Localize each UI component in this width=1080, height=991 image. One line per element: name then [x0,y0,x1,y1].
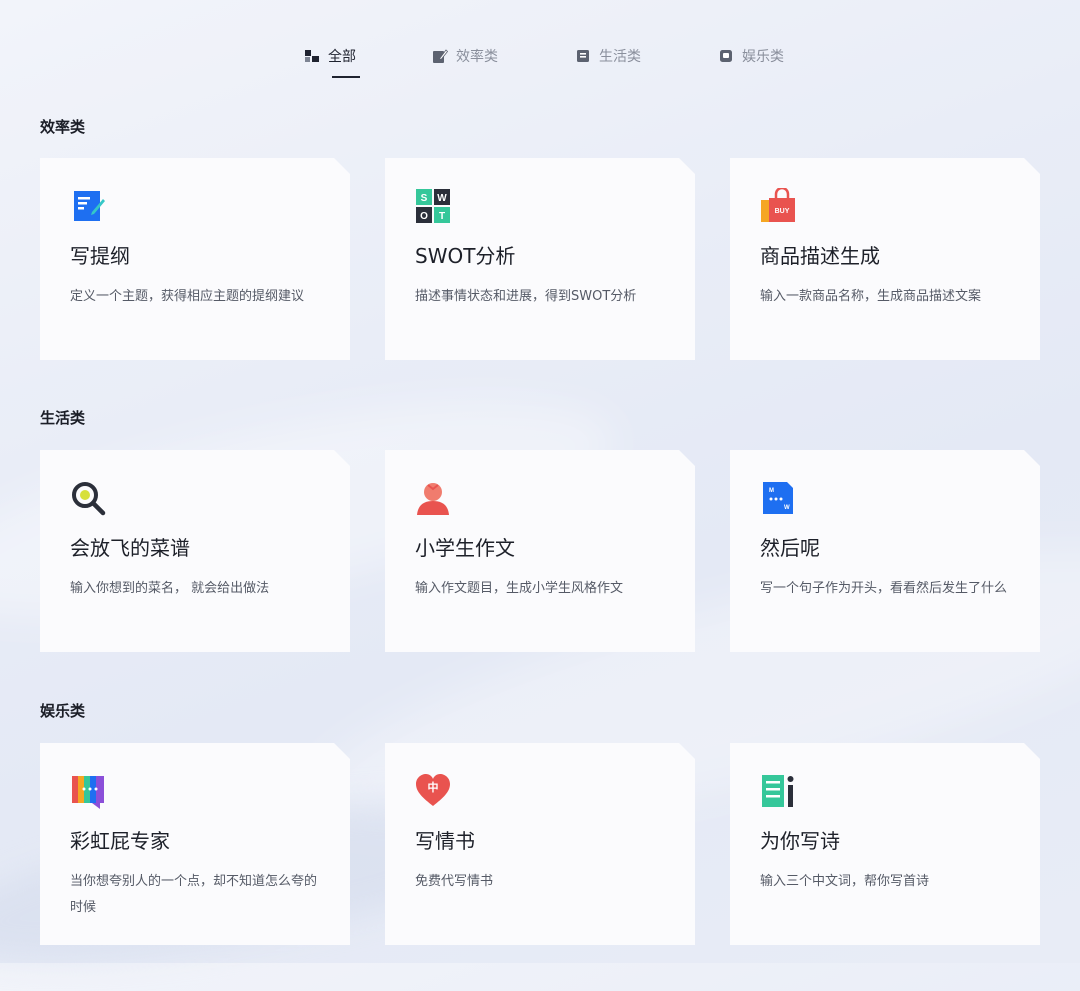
tab-label: 效率类 [456,49,498,65]
grid-icon [305,50,319,62]
bag-text: BUY [775,208,790,215]
card-title: 小学生作文 [415,536,515,560]
tab-life[interactable]: 生活类 [575,46,641,66]
card-title: SWOT分析 [415,244,516,268]
magnifier-icon [70,480,106,516]
swot-letter: S [421,193,428,204]
swot-letter: O [420,211,428,222]
swot-letter: T [439,211,445,222]
swot-letter: W [437,193,447,204]
section-title-entertainment: 娱乐类 [40,702,86,720]
student-icon [415,480,451,516]
card-student-essay[interactable]: 小学生作文 输入作文题目，生成小学生风格作文 [385,450,695,652]
heart-icon: 中 [415,773,451,809]
tab-label: 生活类 [599,49,641,65]
doc-letter: M [769,488,774,494]
card-description: 输入一款商品名称，生成商品描述文案 [760,289,982,304]
card-description: 输入三个中文词，帮你写首诗 [760,874,930,889]
poem-icon [760,773,796,809]
card-recipe[interactable]: 会放飞的菜谱 输入你想到的菜名， 就会给出做法 [40,450,350,652]
card-title: 然后呢 [760,536,820,560]
tab-label: 娱乐类 [742,49,784,65]
rainbow-chat-icon [70,773,106,809]
dialog-doc-icon: M W [760,480,796,516]
card-outline[interactable]: 写提纲 定义一个主题，获得相应主题的提纲建议 [40,158,350,360]
game-icon [720,50,732,62]
swot-grid-icon: S W O T [415,188,451,224]
tab-entertainment[interactable]: 娱乐类 [718,46,784,66]
card-rainbow-compliment[interactable]: 彩虹屁专家 当你想夸别人的一个点，却不知道怎么夸的时候 [40,743,350,945]
tab-efficiency[interactable]: 效率类 [432,46,498,66]
card-title: 写提纲 [70,244,130,268]
book-icon [577,50,589,62]
card-description: 写一个句子作为开头，看看然后发生了什么 [760,581,1008,596]
card-poem[interactable]: 为你写诗 输入三个中文词，帮你写首诗 [730,743,1040,945]
card-title: 彩虹屁专家 [70,829,170,853]
shopping-bag-icon: BUY [760,188,796,224]
card-swot[interactable]: S W O T SWOT分析 描述事情状态和进展，得到SWOT分析 [385,158,695,360]
card-title: 商品描述生成 [760,244,880,268]
card-title: 为你写诗 [760,829,840,853]
heart-text: 中 [428,780,439,794]
card-description: 当你想夸别人的一个点，却不知道怎么夸的时候 [70,874,318,915]
active-tab-indicator [332,76,360,78]
tab-label: 全部 [328,49,356,65]
edit-icon [433,49,448,63]
card-description: 输入作文题目，生成小学生风格作文 [415,581,624,596]
category-tabs: 全部 效率类 生活类 娱乐类 [0,34,1080,84]
tab-all[interactable]: 全部 [304,46,360,78]
card-love-letter[interactable]: 中 写情书 免费代写情书 [385,743,695,945]
section-title-efficiency: 效率类 [40,118,86,136]
card-title: 写情书 [415,829,475,853]
card-description: 输入你想到的菜名， 就会给出做法 [70,581,270,596]
card-what-next[interactable]: M W 然后呢 写一个句子作为开头，看看然后发生了什么 [730,450,1040,652]
card-description: 描述事情状态和进展，得到SWOT分析 [415,289,637,304]
doc-letter: W [784,505,790,511]
card-product-description[interactable]: BUY 商品描述生成 输入一款商品名称，生成商品描述文案 [730,158,1040,360]
outline-doc-icon [70,188,106,224]
section-title-life: 生活类 [40,409,86,427]
card-description: 定义一个主题，获得相应主题的提纲建议 [70,289,305,304]
card-description: 免费代写情书 [415,874,494,889]
card-title: 会放飞的菜谱 [70,536,190,560]
